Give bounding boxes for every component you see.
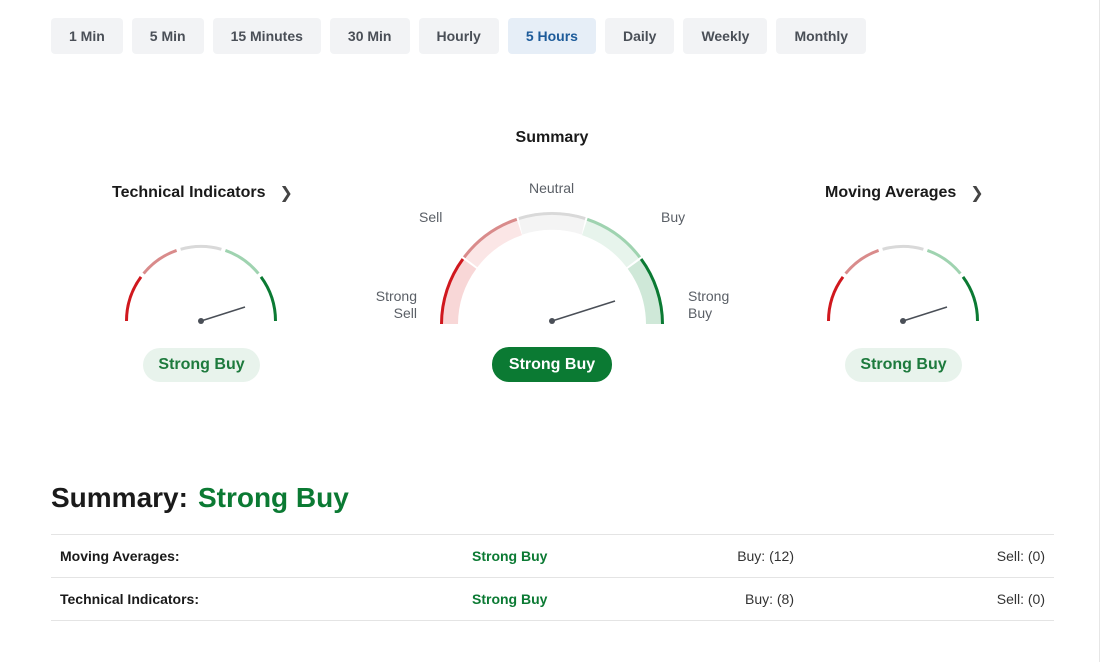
summary-gauge-title: Summary [515, 129, 589, 146]
moving-averages-gauge [827, 244, 979, 324]
timeframe-tabs: 1 Min 5 Min 15 Minutes 30 Min Hourly 5 H… [51, 18, 867, 54]
gauge-segment-strong-sell [827, 276, 845, 322]
technical-indicators-result-badge: Strong Buy [143, 348, 260, 382]
gauge-label-strong-sell: Strong Sell [375, 288, 417, 321]
gauge-segment-buy [926, 248, 962, 275]
tab-monthly[interactable]: Monthly [776, 18, 867, 54]
gauge-label-buy: Buy [661, 209, 686, 225]
overall-summary-value: Strong Buy [197, 482, 349, 513]
technical-indicators-gauge [125, 244, 277, 324]
gauge-needle [200, 306, 246, 322]
summary-gauge [440, 211, 664, 325]
gauge-label-strong-buy: Strong Buy [688, 288, 730, 321]
technical-indicators-title: Technical Indicators [112, 184, 266, 201]
moving-averages-title: Moving Averages [825, 184, 957, 201]
row-name: Technical Indicators: [60, 591, 199, 607]
row-value: Strong Buy [472, 548, 548, 564]
table-row: Moving Averages: Strong Buy Buy: (12) Se… [51, 535, 1054, 578]
gauge-band-buy [582, 217, 641, 268]
row-buy-count: Buy: (12) [737, 548, 794, 564]
summary-result-badge: Strong Buy [492, 347, 612, 382]
gauge-segment-buy [224, 248, 260, 275]
gauge-label-neutral: Neutral [529, 180, 575, 196]
row-buy-count: Buy: (8) [744, 591, 794, 607]
chevron-right-icon: ❯ [970, 185, 984, 202]
row-value: Strong Buy [472, 591, 548, 607]
tab-30-min[interactable]: 30 Min [329, 18, 410, 54]
tab-5-min[interactable]: 5 Min [131, 18, 204, 54]
gauge-segment-strong-buy [259, 276, 277, 322]
moving-averages-result-badge: Strong Buy [845, 348, 962, 382]
tab-hourly[interactable]: Hourly [418, 18, 499, 54]
table-row: Technical Indicators: Strong Buy Buy: (8… [51, 578, 1054, 621]
moving-averages-link[interactable]: Moving Averages ❯ [825, 183, 984, 203]
gauge-pivot [900, 318, 906, 324]
gauge-label-sell: Sell [419, 209, 443, 225]
gauge-segment-neutral [180, 244, 222, 251]
gauge-segment-strong-sell [125, 276, 143, 322]
gauge-segment-strong-buy [961, 276, 979, 322]
gauge-pivot [198, 318, 204, 324]
tab-daily[interactable]: Daily [604, 18, 675, 54]
row-sell-count: Sell: (0) [996, 591, 1045, 607]
gauge-needle [551, 300, 616, 322]
tab-1-min[interactable]: 1 Min [51, 18, 123, 54]
row-name: Moving Averages: [60, 548, 180, 564]
technical-indicators-link[interactable]: Technical Indicators ❯ [112, 183, 293, 203]
gauge-segment-neutral [882, 244, 924, 251]
gauge-band-sell [463, 217, 522, 268]
chevron-right-icon: ❯ [279, 185, 293, 202]
tab-15-minutes[interactable]: 15 Minutes [212, 18, 321, 54]
row-sell-count: Sell: (0) [996, 548, 1045, 564]
overall-summary-label: Summary: [51, 482, 188, 513]
gauge-needle [902, 306, 948, 322]
gauge-pivot [549, 318, 555, 324]
tab-5-hours[interactable]: 5 Hours [507, 18, 596, 54]
gauge-segment-sell [844, 248, 880, 275]
gauge-segment-sell [142, 248, 178, 275]
overall-summary: Summary: Strong Buy [51, 482, 349, 514]
tab-weekly[interactable]: Weekly [683, 18, 768, 54]
summary-table: Moving Averages: Strong Buy Buy: (12) Se… [51, 534, 1054, 621]
